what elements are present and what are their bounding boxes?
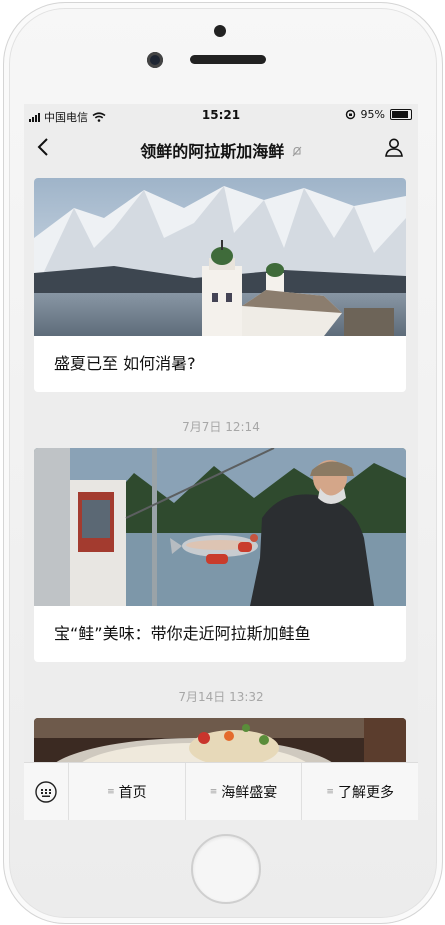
article-image-dish xyxy=(34,718,406,762)
menu-item-home[interactable]: ≡ 首页 xyxy=(69,763,186,820)
screen: 中国电信 15:21 95% 领鲜的阿拉斯加海鲜 盛夏已至 如何消暑? 7月7日… xyxy=(24,104,418,820)
timestamp: 7月14日 13:32 xyxy=(178,690,264,704)
article-card[interactable]: 盛夏已至 如何消暑? xyxy=(34,178,406,392)
menu-item-label: 了解更多 xyxy=(337,785,394,801)
battery-icon xyxy=(390,109,412,120)
page-title: 领鲜的阿拉斯加海鲜 xyxy=(24,138,418,162)
article-card[interactable]: 宝“鲑”美味：带你走近阿拉斯加鲑鱼 xyxy=(34,448,406,662)
earpiece-speaker xyxy=(190,55,266,64)
article-title[interactable]: 宝“鲑”美味：带你走近阿拉斯加鲑鱼 xyxy=(34,606,406,662)
navigation-bar: 领鲜的阿拉斯加海鲜 xyxy=(24,128,418,166)
menu-icon: ≡ xyxy=(209,787,218,797)
status-bar: 中国电信 15:21 95% xyxy=(24,104,418,128)
article-title[interactable]: 盛夏已至 如何消暑? xyxy=(34,336,406,392)
menu-icon: ≡ xyxy=(107,787,115,797)
home-button[interactable] xyxy=(191,834,261,904)
battery-percent: 95% xyxy=(360,108,385,121)
article-image-fisherman xyxy=(34,448,406,606)
article-feed[interactable]: 盛夏已至 如何消暑? 7月7日 12:14 宝“鲑”美味：带你走近阿拉斯加鲑鱼 … xyxy=(24,166,418,762)
mute-icon xyxy=(292,146,302,160)
menu-item-learn-more[interactable]: ≡ 了解更多 xyxy=(302,763,418,820)
bottom-menu: ≡ 首页 ≡ 海鲜盛宴 ≡ 了解更多 xyxy=(24,762,418,820)
menu-item-seafood-feast[interactable]: ≡ 海鲜盛宴 xyxy=(186,763,303,820)
front-camera xyxy=(147,52,163,68)
menu-item-label: 首页 xyxy=(118,785,147,801)
rotation-lock-icon xyxy=(345,109,355,120)
menu-item-label: 海鲜盛宴 xyxy=(221,785,278,801)
timestamp: 7月7日 12:14 xyxy=(182,420,260,434)
article-image-mountains xyxy=(34,178,406,336)
article-card[interactable] xyxy=(34,718,406,762)
person-icon[interactable] xyxy=(384,137,404,161)
page-title-text: 领鲜的阿拉斯加海鲜 xyxy=(140,142,285,161)
proximity-sensor xyxy=(214,25,226,37)
menu-icon: ≡ xyxy=(326,787,334,797)
keyboard-icon[interactable] xyxy=(24,763,69,820)
